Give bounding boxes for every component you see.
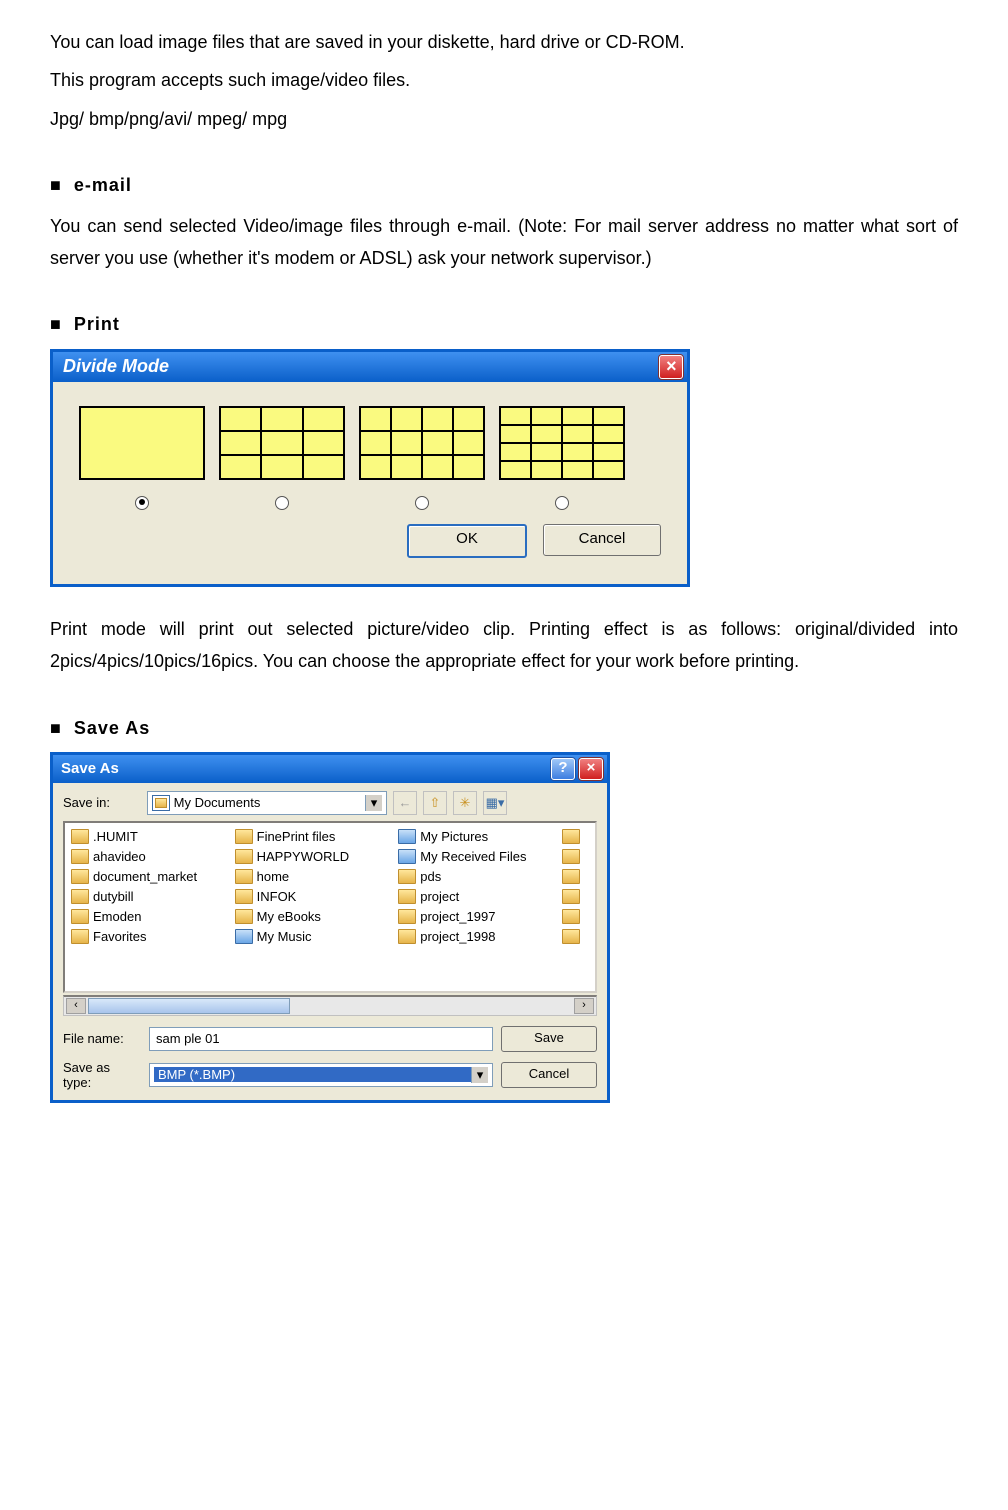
paragraph-email: You can send selected Video/image files …: [50, 210, 958, 275]
folder-icon: [71, 849, 89, 864]
folder-icon: [398, 829, 416, 844]
mode-radio-3[interactable]: [415, 496, 429, 510]
folder-item[interactable]: home: [235, 867, 389, 887]
folder-item[interactable]: [562, 847, 589, 867]
folder-item[interactable]: INFOK: [235, 887, 389, 907]
folder-icon: [562, 849, 580, 864]
scroll-left-icon[interactable]: ‹: [66, 998, 86, 1014]
folder-icon: [562, 909, 580, 924]
heading-email: ■ e-mail: [50, 169, 958, 201]
heading-saveas: ■ Save As: [50, 712, 958, 744]
saveastype-label: Save as type:: [63, 1060, 141, 1090]
folder-icon: [398, 889, 416, 904]
chevron-down-icon[interactable]: ▾: [471, 1067, 488, 1083]
paragraph-accepts: This program accepts such image/video fi…: [50, 64, 958, 96]
new-folder-icon[interactable]: ✳: [453, 791, 477, 815]
close-icon[interactable]: ×: [659, 355, 683, 379]
mode-option-3[interactable]: [359, 406, 485, 480]
close-icon[interactable]: ×: [579, 758, 603, 780]
folder-icon: [71, 889, 89, 904]
dialog-title: Divide Mode: [63, 356, 169, 377]
folder-item[interactable]: ahavideo: [71, 847, 225, 867]
saveastype-combo[interactable]: BMP (*.BMP) ▾: [149, 1063, 493, 1087]
filename-input[interactable]: sam ple 01: [149, 1027, 493, 1051]
cancel-button[interactable]: Cancel: [501, 1062, 597, 1088]
heading-print: ■ Print: [50, 308, 958, 340]
folder-item[interactable]: [562, 867, 589, 887]
mode-radio-2[interactable]: [275, 496, 289, 510]
savein-label: Save in:: [63, 795, 141, 810]
folder-item[interactable]: Emoden: [71, 907, 225, 927]
folder-item[interactable]: FinePrint files: [235, 827, 389, 847]
scroll-right-icon[interactable]: ›: [574, 998, 594, 1014]
save-button[interactable]: Save: [501, 1026, 597, 1052]
dialog-titlebar[interactable]: Divide Mode ×: [53, 352, 687, 382]
folder-icon: [398, 929, 416, 944]
mode-radio-4[interactable]: [555, 496, 569, 510]
folder-item[interactable]: HAPPYWORLD: [235, 847, 389, 867]
folder-icon: [398, 909, 416, 924]
folder-icon: [71, 929, 89, 944]
folder-item[interactable]: [562, 927, 589, 947]
folder-icon: [398, 849, 416, 864]
divide-mode-dialog: Divide Mode ×: [50, 349, 690, 587]
folder-icon: [398, 869, 416, 884]
folder-icon: [71, 909, 89, 924]
chevron-down-icon[interactable]: ▾: [365, 795, 382, 811]
mode-radio-1[interactable]: [135, 496, 149, 510]
saveas-dialog: Save As ? × Save in: My Documents ▾ ← ⇧ …: [50, 752, 610, 1103]
cancel-button[interactable]: Cancel: [543, 524, 661, 556]
horizontal-scrollbar[interactable]: ‹ ›: [63, 995, 597, 1016]
mode-option-2[interactable]: [219, 406, 345, 480]
folder-icon: [562, 889, 580, 904]
folder-icon: [235, 849, 253, 864]
paragraph-load: You can load image files that are saved …: [50, 26, 958, 58]
folder-icon: [562, 869, 580, 884]
folder-icon: [71, 869, 89, 884]
saveas-titlebar[interactable]: Save As ? ×: [53, 755, 607, 783]
folder-item[interactable]: [562, 827, 589, 847]
folder-icon: [562, 929, 580, 944]
ok-button[interactable]: OK: [407, 524, 527, 558]
folder-icon: [152, 795, 170, 811]
folder-icon: [71, 829, 89, 844]
folder-item[interactable]: .HUMIT: [71, 827, 225, 847]
folder-item[interactable]: [562, 907, 589, 927]
folder-icon: [235, 829, 253, 844]
folder-item[interactable]: project: [398, 887, 552, 907]
view-menu-icon[interactable]: ▦▾: [483, 791, 507, 815]
folder-item[interactable]: My Received Files: [398, 847, 552, 867]
folder-icon: [235, 889, 253, 904]
folder-item[interactable]: [562, 887, 589, 907]
folder-item[interactable]: dutybill: [71, 887, 225, 907]
file-list-pane[interactable]: .HUMITahavideodocument_marketdutybillEmo…: [63, 821, 597, 993]
mode-option-1[interactable]: [79, 406, 205, 480]
filename-label: File name:: [63, 1031, 141, 1046]
folder-item[interactable]: My eBooks: [235, 907, 389, 927]
folder-item[interactable]: project_1997: [398, 907, 552, 927]
folder-icon: [235, 869, 253, 884]
paragraph-print-desc: Print mode will print out selected pictu…: [50, 613, 958, 678]
folder-item[interactable]: project_1998: [398, 927, 552, 947]
folder-item[interactable]: Favorites: [71, 927, 225, 947]
folder-item[interactable]: My Pictures: [398, 827, 552, 847]
mode-option-4[interactable]: [499, 406, 625, 480]
back-icon[interactable]: ←: [393, 791, 417, 815]
folder-icon: [235, 909, 253, 924]
folder-item[interactable]: document_market: [71, 867, 225, 887]
folder-item[interactable]: pds: [398, 867, 552, 887]
savein-combo[interactable]: My Documents ▾: [147, 791, 387, 815]
folder-icon: [562, 829, 580, 844]
saveas-title: Save As: [61, 760, 119, 777]
up-folder-icon[interactable]: ⇧: [423, 791, 447, 815]
paragraph-formats: Jpg/ bmp/png/avi/ mpeg/ mpg: [50, 103, 958, 135]
folder-item[interactable]: My Music: [235, 927, 389, 947]
folder-icon: [235, 929, 253, 944]
scroll-thumb[interactable]: [88, 998, 290, 1014]
help-icon[interactable]: ?: [551, 758, 575, 780]
